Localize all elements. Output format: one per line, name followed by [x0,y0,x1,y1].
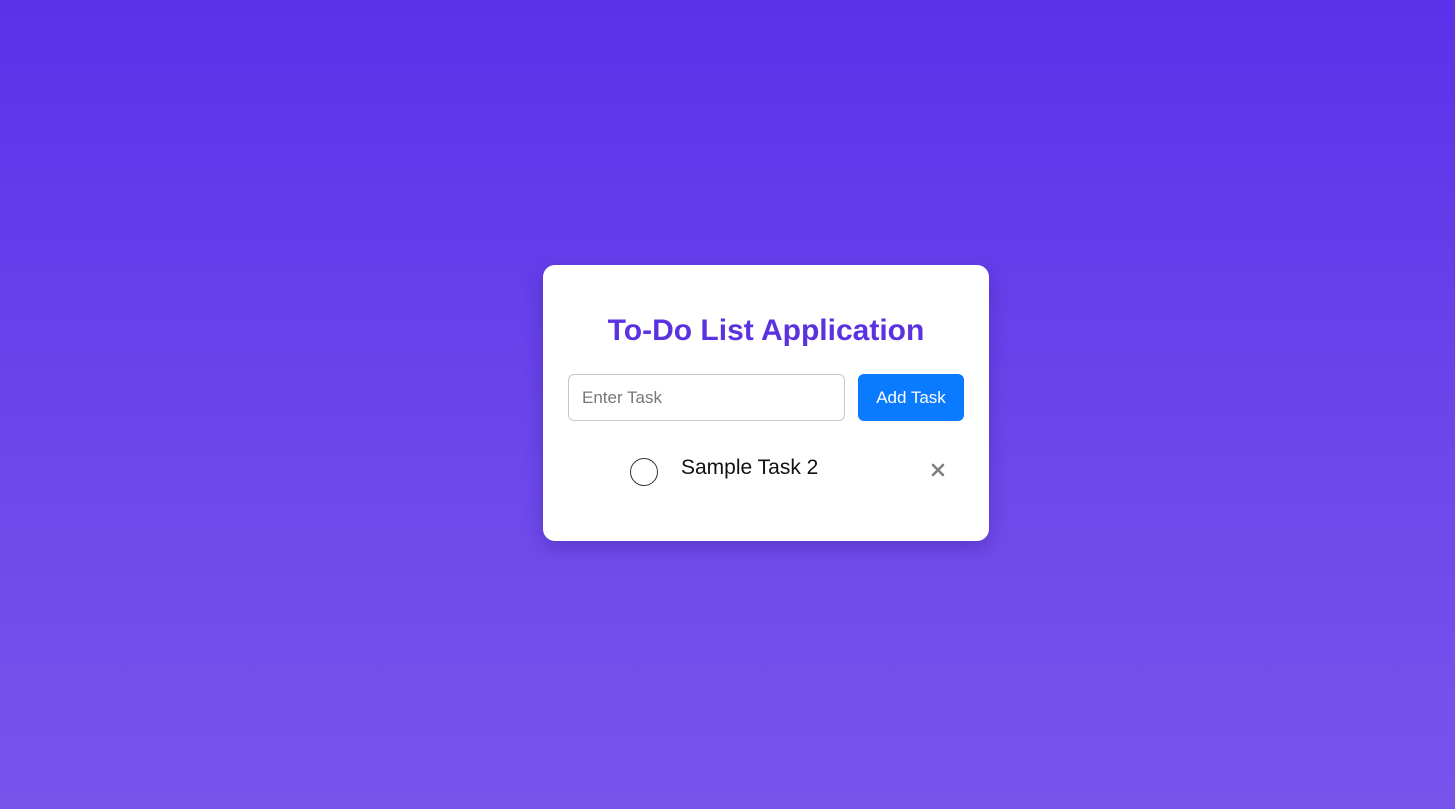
task-input[interactable] [568,374,845,421]
todo-card: To-Do List Application Add Task Sample T… [543,265,989,541]
task-item: Sample Task 2 [543,450,989,496]
circle-checkbox-icon[interactable] [630,458,658,486]
page-title: To-Do List Application [607,314,925,347]
add-task-button[interactable]: Add Task [858,374,964,421]
close-icon[interactable] [927,458,949,482]
task-text: Sample Task 2 [681,456,819,479]
task-list: Sample Task 2 [543,450,989,496]
